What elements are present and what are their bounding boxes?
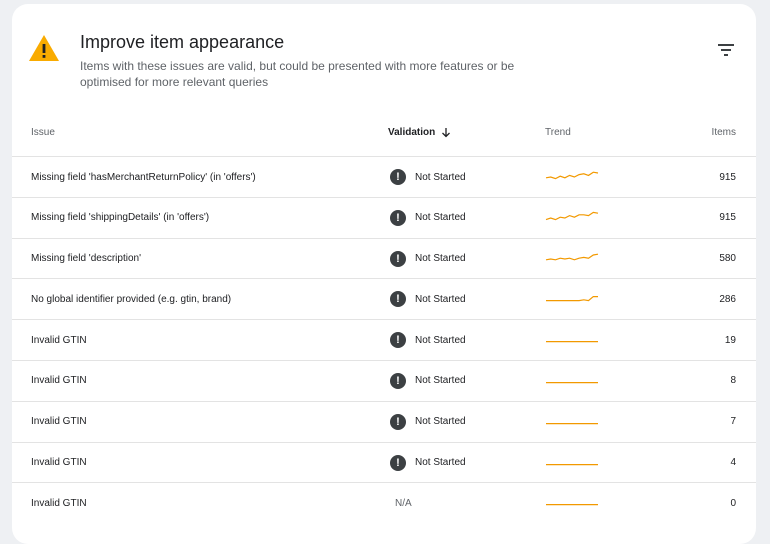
card-header: Improve item appearance Items with these… xyxy=(12,4,756,116)
trend-sparkline xyxy=(545,198,601,238)
page-subtitle: Items with these issues are valid, but c… xyxy=(80,59,515,89)
trend-sparkline xyxy=(545,483,601,523)
validation-status: ! Not Started xyxy=(390,320,466,360)
issue-name: Invalid GTIN xyxy=(31,375,87,387)
exclamation-circle-icon: ! xyxy=(390,291,406,308)
validation-status: ! Not Started xyxy=(390,198,466,238)
issue-name: Missing field 'shippingDetails' (in 'off… xyxy=(31,212,210,224)
trend-line-chart xyxy=(546,463,598,465)
trend-line-chart xyxy=(545,171,599,180)
validation-status: ! Not Started xyxy=(390,443,466,483)
items-count: 580 xyxy=(719,253,736,265)
validation-status-label: Not Started xyxy=(415,212,466,224)
validation-status-label: Not Started xyxy=(415,171,466,183)
trend-line-chart xyxy=(546,504,598,506)
exclamation-circle-icon: ! xyxy=(390,250,406,267)
trend-line xyxy=(545,211,599,221)
items-count: 7 xyxy=(730,416,736,428)
trend-line-chart xyxy=(546,296,598,302)
table-row[interactable]: Missing field 'hasMerchantReturnPolicy' … xyxy=(12,156,756,197)
issue-name: Invalid GTIN xyxy=(31,416,87,428)
trend-line-chart xyxy=(545,211,599,221)
trend-sparkline xyxy=(545,157,601,197)
items-count: 0 xyxy=(730,497,736,509)
table-row[interactable]: Invalid GTIN N/A 0 xyxy=(12,482,756,523)
trend-sparkline xyxy=(545,443,601,483)
table-row[interactable]: Missing field 'shippingDetails' (in 'off… xyxy=(12,196,756,238)
table-row[interactable]: Invalid GTIN! Not Started 7 xyxy=(12,400,756,442)
exclamation-circle-icon: ! xyxy=(390,169,406,185)
trend-line-chart xyxy=(546,381,598,384)
issue-name: Invalid GTIN xyxy=(31,497,87,509)
items-count: 19 xyxy=(724,334,736,346)
issue-name: No global identifier provided (e.g. gtin… xyxy=(31,293,232,305)
issue-name: Missing field 'description' xyxy=(31,253,141,265)
trend-line xyxy=(545,253,599,261)
trend-sparkline xyxy=(545,402,601,442)
trend-line xyxy=(545,171,599,180)
issue-name: Invalid GTIN xyxy=(31,457,87,469)
warning-triangle-icon xyxy=(29,35,59,61)
items-count: 915 xyxy=(719,171,736,183)
column-header-items[interactable]: Items xyxy=(712,127,736,138)
validation-status: ! Not Started xyxy=(390,157,466,197)
column-header-validation[interactable]: Validation xyxy=(388,127,451,138)
validation-status: ! Not Started xyxy=(390,361,466,401)
items-count: 4 xyxy=(730,457,736,469)
validation-status: N/A xyxy=(395,483,412,523)
issue-name: Invalid GTIN xyxy=(31,334,87,346)
trend-line-chart xyxy=(546,341,598,343)
table-row[interactable]: No global identifier provided (e.g. gtin… xyxy=(12,278,756,319)
validation-status-label: Not Started xyxy=(415,416,466,428)
exclamation-circle-icon: ! xyxy=(390,413,406,430)
validation-status: ! Not Started xyxy=(390,239,466,279)
validation-status-label: Not Started xyxy=(415,334,466,346)
trend-sparkline xyxy=(545,361,601,401)
items-count: 8 xyxy=(730,375,736,387)
trend-line xyxy=(546,296,598,302)
filter-list-icon[interactable] xyxy=(714,38,738,62)
issue-name: Missing field 'hasMerchantReturnPolicy' … xyxy=(31,171,256,183)
trend-sparkline xyxy=(545,239,601,279)
page-title: Improve item appearance xyxy=(80,32,285,52)
validation-status-label: Not Started xyxy=(415,375,466,387)
trend-line-chart xyxy=(545,253,599,261)
trend-sparkline xyxy=(545,279,601,319)
items-count: 915 xyxy=(719,212,736,224)
exclamation-circle-icon: ! xyxy=(390,454,406,471)
table-row[interactable]: Missing field 'description'! Not Started 5… xyxy=(12,237,756,279)
table-header: Issue Validation Trend Items xyxy=(12,116,756,156)
table-row[interactable]: Invalid GTIN! Not Started 19 xyxy=(12,319,756,360)
exclamation-circle-icon: ! xyxy=(390,332,406,349)
column-header-trend: Trend xyxy=(545,127,571,138)
table-row[interactable]: Invalid GTIN! Not Started 8 xyxy=(12,359,756,401)
issue-table-body: Missing field 'hasMerchantReturnPolicy' … xyxy=(12,156,756,523)
table-row[interactable]: Invalid GTIN! Not Started 4 xyxy=(12,441,756,483)
validation-status-label: N/A xyxy=(395,497,412,509)
validation-status: ! Not Started xyxy=(390,402,466,442)
column-header-validation-label: Validation xyxy=(388,127,436,138)
items-count: 286 xyxy=(719,293,736,305)
validation-status-label: Not Started xyxy=(415,253,466,265)
trend-sparkline xyxy=(545,320,601,360)
exclamation-circle-icon: ! xyxy=(390,372,406,389)
exclamation-circle-icon: ! xyxy=(390,209,406,226)
issue-card: Improve item appearance Items with these… xyxy=(12,4,756,544)
trend-line-chart xyxy=(546,422,598,424)
column-header-issue[interactable]: Issue xyxy=(31,127,55,138)
validation-status: ! Not Started xyxy=(390,279,466,319)
arrow-down-icon xyxy=(442,128,451,138)
validation-status-label: Not Started xyxy=(415,293,466,305)
validation-status-label: Not Started xyxy=(415,457,466,469)
